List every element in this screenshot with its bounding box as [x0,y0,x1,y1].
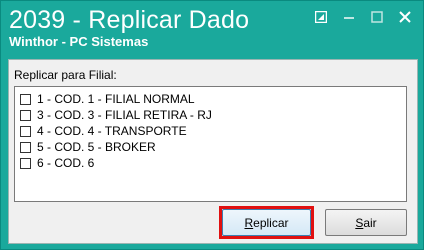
list-item[interactable]: 5 - COD. 5 - BROKER [20,139,156,155]
sair-button[interactable]: Sair [325,209,407,236]
window-title: 2039 - Replicar Dado [9,6,249,34]
checkbox[interactable] [20,125,31,137]
list-item[interactable]: 4 - COD. 4 - TRANSPORTE [20,123,187,139]
replicar-accel: R [244,215,254,230]
sair-label: air [363,215,377,230]
sair-accel: S [355,215,364,230]
list-item-label: 5 - COD. 5 - BROKER [37,140,156,154]
restore-icon[interactable] [307,7,335,27]
filial-label: Replicar para Filial: [14,68,117,82]
dialog-body: Replicar para Filial: 1 - COD. 1 - FILIA… [8,59,418,244]
app-window: 2039 - Replicar Dado Winthor - PC Sistem… [0,0,424,250]
list-item[interactable]: 6 - COD. 6 [20,155,94,171]
window-controls [307,7,419,27]
list-item-label: 1 - COD. 1 - FILIAL NORMAL [37,92,195,106]
checkbox[interactable] [20,93,31,105]
replicar-label: eplicar [253,215,289,230]
close-icon[interactable] [391,7,419,27]
replicar-button[interactable]: Replicar [222,209,311,236]
list-item[interactable]: 1 - COD. 1 - FILIAL NORMAL [20,91,195,107]
list-item[interactable]: 3 - COD. 3 - FILIAL RETIRA - RJ [20,107,212,123]
window-subtitle: Winthor - PC Sistemas [9,34,149,49]
minimize-icon[interactable] [335,7,363,27]
checkbox[interactable] [20,109,31,121]
title-bar[interactable]: 2039 - Replicar Dado Winthor - PC Sistem… [1,1,423,59]
list-item-label: 4 - COD. 4 - TRANSPORTE [37,124,187,138]
checkbox[interactable] [20,157,31,169]
filial-checklist[interactable]: 1 - COD. 1 - FILIAL NORMAL 3 - COD. 3 - … [14,86,407,202]
checkbox[interactable] [20,141,31,153]
list-item-label: 6 - COD. 6 [37,156,95,170]
maximize-icon[interactable] [363,7,391,27]
list-item-label: 3 - COD. 3 - FILIAL RETIRA - RJ [37,108,212,122]
